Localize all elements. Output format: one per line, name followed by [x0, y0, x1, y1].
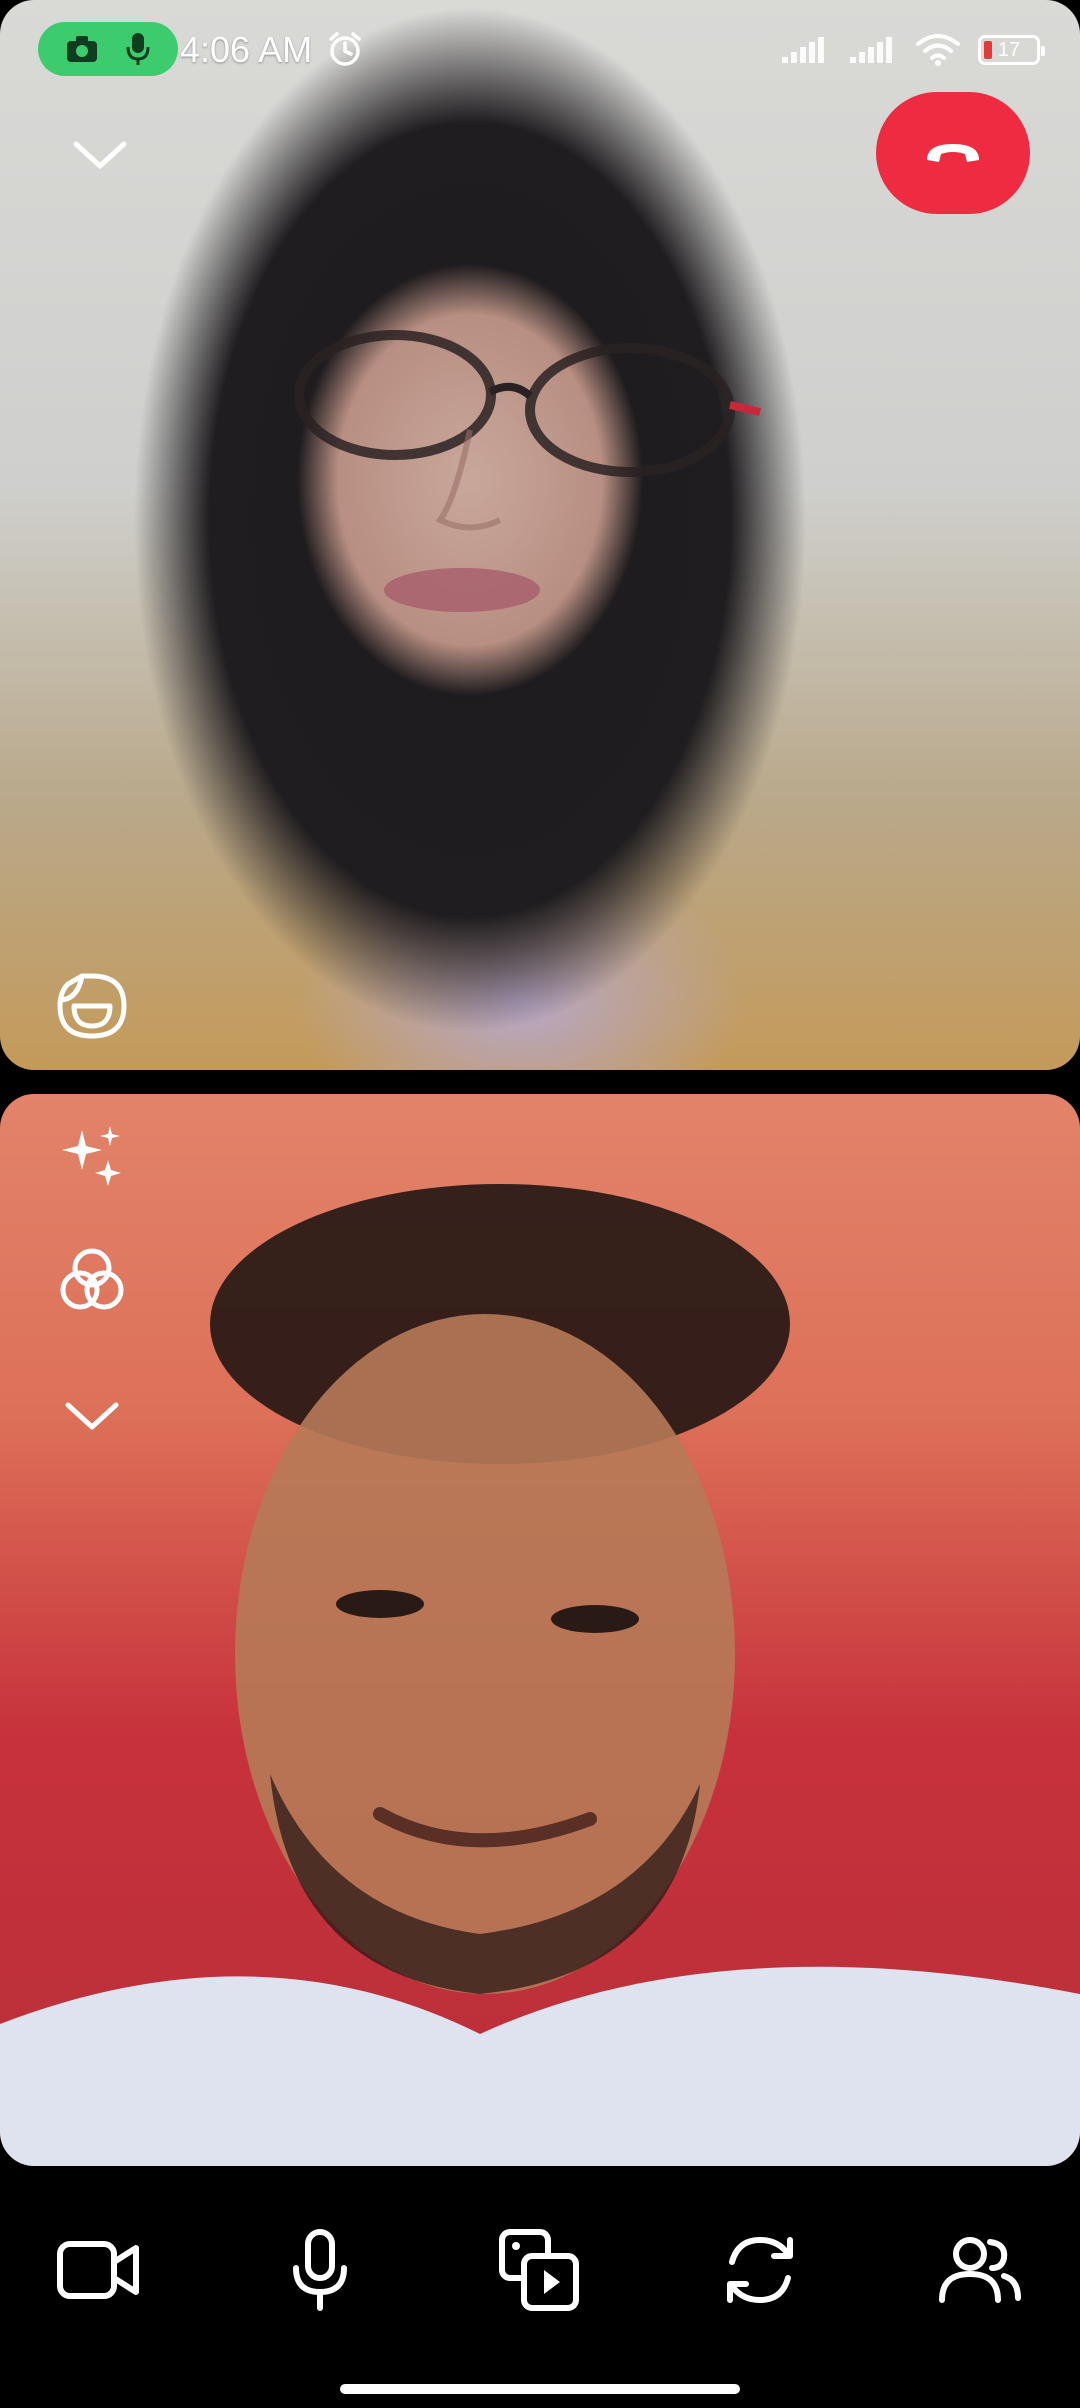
people-icon — [939, 2237, 1021, 2303]
alarm-icon — [326, 30, 364, 68]
sticker-icon — [57, 973, 127, 1039]
status-bar: 4:06 AM 17 — [0, 0, 1080, 100]
local-video-tile[interactable] — [0, 1094, 1080, 2166]
sparkles-icon — [62, 1126, 121, 1186]
wifi-icon — [916, 34, 960, 66]
signal-icon — [850, 37, 892, 63]
filters-button[interactable] — [52, 1240, 132, 1320]
sticker-button[interactable] — [52, 966, 132, 1046]
camera-toggle-button[interactable] — [48, 2220, 148, 2320]
local-video-feed — [0, 1184, 1080, 2166]
home-indicator[interactable] — [340, 2384, 740, 2394]
microphone-icon — [293, 2229, 347, 2311]
camera-switch-icon — [727, 2236, 793, 2304]
filter-icon — [60, 1248, 124, 1310]
status-time: 4:06 AM — [180, 29, 313, 70]
recording-indicator — [38, 22, 178, 76]
minimize-call-button[interactable] — [60, 125, 140, 185]
participants-button[interactable] — [930, 2220, 1030, 2320]
battery-level: 17 — [997, 39, 1021, 61]
mic-icon — [126, 33, 150, 65]
signal-icon — [782, 37, 824, 63]
chevron-down-icon — [73, 141, 127, 169]
call-controls-bar — [0, 2166, 1080, 2408]
mic-toggle-button[interactable] — [270, 2220, 370, 2320]
remote-video-tile[interactable] — [0, 0, 1080, 1070]
battery-icon: 17 — [978, 35, 1045, 65]
status-indicators: 17 — [780, 30, 1045, 70]
chevron-down-icon — [65, 1402, 119, 1430]
media-share-button[interactable] — [490, 2220, 590, 2320]
camera-icon — [66, 36, 97, 62]
video-camera-icon — [57, 2241, 139, 2299]
switch-camera-button[interactable] — [710, 2220, 810, 2320]
phone-hangup-icon — [927, 144, 979, 162]
more-tools-button[interactable] — [52, 1376, 132, 1456]
effects-button[interactable] — [52, 1116, 132, 1196]
end-call-button[interactable] — [876, 92, 1030, 214]
media-play-icon — [499, 2229, 579, 2311]
